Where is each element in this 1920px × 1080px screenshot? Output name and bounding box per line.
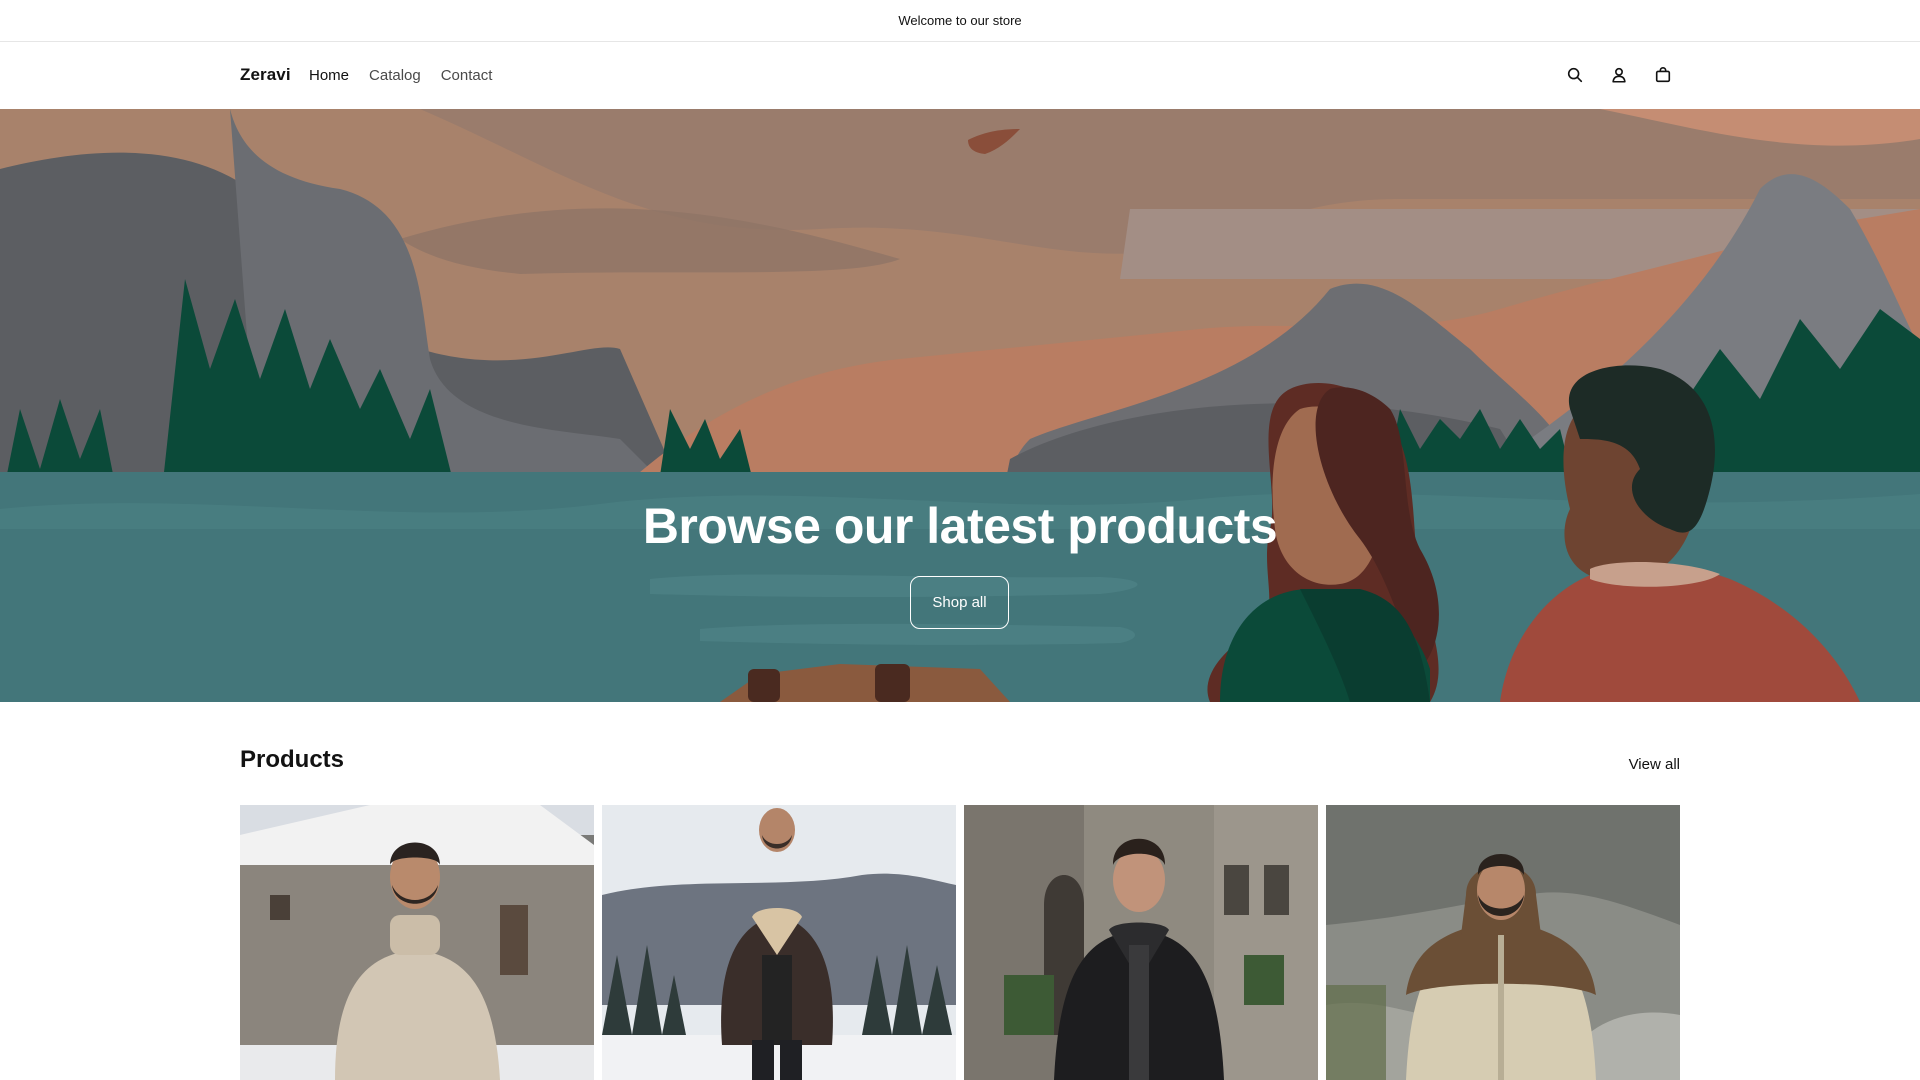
announcement-bar: Welcome to our store [0,0,1920,42]
nav-link-contact[interactable]: Contact [441,67,493,84]
hero-title: Browse our latest products [642,498,1278,554]
product-image-sweater [240,805,594,1080]
product-image-shearling-jacket [602,805,956,1080]
product-card[interactable] [240,805,594,1080]
hero-banner: Browse our latest products Shop all [0,109,1920,702]
products-heading: Products [240,746,345,773]
shop-all-button[interactable]: Shop all [910,576,1009,629]
announcement-text: Welcome to our store [898,13,1022,28]
product-card[interactable] [1326,805,1680,1080]
account-icon[interactable] [1607,63,1631,87]
cart-icon[interactable] [1651,63,1675,87]
search-icon[interactable] [1563,63,1587,87]
product-image-puffer-jacket [1326,805,1680,1080]
header-icons [1563,63,1675,87]
product-grid [240,805,1680,1080]
nav-link-catalog[interactable]: Catalog [369,67,421,84]
main-nav: Home Catalog Contact [309,67,492,84]
product-card[interactable] [602,805,956,1080]
store-logo[interactable]: Zeravi [240,65,291,85]
product-image-leather-jacket [964,805,1318,1080]
nav-link-home[interactable]: Home [309,67,349,84]
site-header: Zeravi Home Catalog Contact [0,42,1920,109]
view-all-link[interactable]: View all [1629,756,1680,773]
product-card[interactable] [964,805,1318,1080]
